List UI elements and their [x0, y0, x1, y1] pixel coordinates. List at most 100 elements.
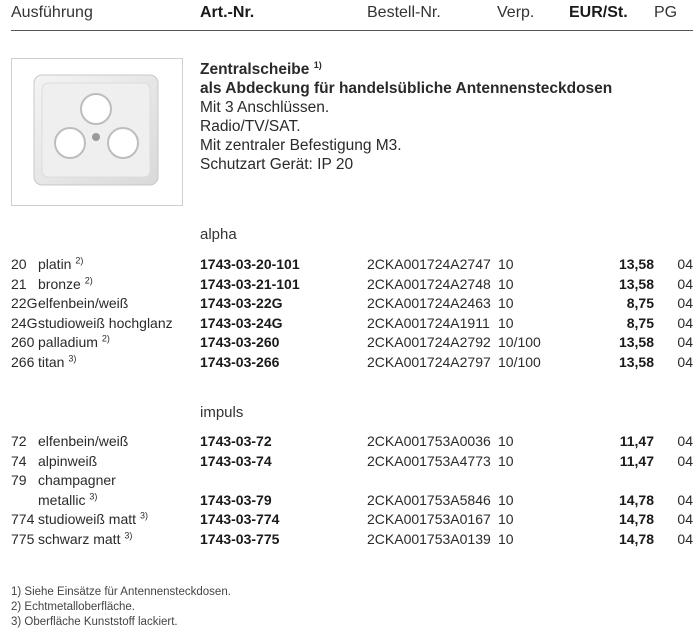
row-art-nr: 1743-03-774	[200, 511, 280, 527]
table-row: 775 schwarz matt 3) 1743-03-775 2CKA001753A…	[11, 529, 693, 550]
row-name: bronze 2)	[38, 274, 93, 292]
row-art-nr: 1743-03-775	[200, 530, 280, 547]
row-bestell-nr: 2CKA001724A2747	[367, 256, 491, 272]
row-pg: 04	[677, 295, 693, 311]
row-code: 74	[11, 452, 27, 469]
row-price: 13,58	[618, 256, 654, 272]
footnote-ref: 3)	[68, 352, 77, 363]
table-row: 21 bronze 2) 1743-03-21-101 2CKA001724A2748…	[11, 274, 693, 295]
footnote-ref: 2)	[75, 255, 84, 266]
row-name: metallic 3)	[38, 490, 98, 508]
cover-plate-illustration	[33, 74, 159, 186]
row-name: champagner	[38, 472, 116, 488]
header-rule	[11, 30, 693, 31]
footnote-2: 2) Echtmetalloberfläche.	[11, 601, 136, 613]
product-line-1: Mit 3 Anschlüssen.	[200, 99, 330, 116]
product-line-2: Radio/TV/SAT.	[200, 118, 301, 135]
footnote-ref: 2)	[84, 274, 93, 285]
header-art-nr: Art.-Nr.	[200, 4, 255, 21]
row-price: 8,75	[626, 314, 654, 331]
row-price: 11,47	[619, 452, 654, 469]
product-image	[11, 58, 183, 206]
row-verp: 10	[498, 295, 514, 311]
row-code: 79	[11, 472, 27, 488]
row-name: elfenbein/weiß	[38, 433, 129, 449]
row-bestell-nr: 2CKA001753A4773	[367, 452, 491, 469]
table-row: metallic 3) 1743-03-79 2CKA001753A5846 10 14…	[11, 490, 693, 511]
row-price: 11,47	[619, 433, 654, 449]
row-price: 13,58	[618, 334, 654, 350]
row-verp: 10	[498, 433, 514, 449]
row-bestell-nr: 2CKA001724A2797	[367, 353, 491, 370]
series-impuls-label: impuls	[200, 404, 244, 421]
product-line-4: Schutzart Gerät: IP 20	[200, 156, 354, 173]
product-line-3: Mit zentraler Befestigung M3.	[200, 137, 402, 154]
row-verp: 10/100	[498, 334, 541, 350]
row-bestell-nr: 2CKA001724A2463	[367, 295, 491, 311]
table-row: 260 palladium 2) 1743-03-260 2CKA001724A279…	[11, 334, 693, 353]
row-verp: 10	[498, 275, 514, 292]
table-row: 24G studioweiß hochglanz 1743-03-24G 2CKA0…	[11, 315, 693, 334]
row-code: 24G	[11, 314, 38, 331]
row-pg: 04	[677, 353, 693, 370]
row-pg: 04	[677, 491, 693, 508]
footnote-ref: 2)	[101, 333, 110, 344]
footnote-ref: 3)	[139, 510, 148, 521]
row-pg: 04	[677, 334, 693, 350]
header-ausfuehrung: Ausführung	[11, 4, 93, 21]
row-art-nr: 1743-03-72	[200, 433, 272, 449]
row-bestell-nr: 2CKA001753A0139	[367, 530, 491, 547]
row-code: 21	[11, 275, 27, 292]
row-price: 14,78	[618, 511, 654, 527]
row-art-nr: 1743-03-21-101	[200, 275, 300, 292]
row-price: 14,78	[618, 530, 654, 547]
row-bestell-nr: 2CKA001724A1911	[367, 314, 490, 331]
row-name: elfenbein/weiß	[38, 295, 129, 311]
row-art-nr: 1743-03-24G	[200, 314, 283, 331]
row-verp: 10	[498, 452, 514, 469]
row-bestell-nr: 2CKA001753A0167	[367, 511, 491, 527]
row-pg: 04	[677, 275, 693, 292]
row-name: studioweiß hochglanz	[38, 314, 173, 331]
row-price: 13,58	[618, 275, 654, 292]
row-pg: 04	[677, 433, 693, 449]
row-name: palladium 2)	[38, 333, 110, 350]
footnote-ref: 3)	[89, 490, 98, 501]
row-code: 774	[11, 511, 35, 527]
row-pg: 04	[677, 511, 693, 527]
header-pg: PG	[654, 4, 678, 21]
row-name: studioweiß matt 3)	[38, 510, 148, 527]
row-verp: 10/100	[498, 353, 541, 370]
product-title: Zentralscheibe 1)	[200, 59, 322, 78]
row-bestell-nr: 2CKA001724A2792	[367, 334, 491, 350]
footnote-ref: 3)	[124, 529, 133, 540]
table-row: 22G elfenbein/weiß 1743-03-22G 2CKA001724A…	[11, 295, 693, 314]
row-code: 22G	[11, 295, 38, 311]
row-name: titan 3)	[38, 352, 77, 370]
row-verp: 10	[498, 491, 514, 508]
row-verp: 10	[498, 511, 514, 527]
row-pg: 04	[677, 530, 693, 547]
row-name: schwarz matt 3)	[38, 529, 133, 547]
row-art-nr: 1743-03-260	[200, 334, 280, 350]
row-name: alpinweiß	[38, 452, 98, 469]
row-price: 14,78	[618, 491, 654, 508]
table-row: 72 elfenbein/weiß 1743-03-72 2CKA001753A00…	[11, 433, 693, 452]
row-verp: 10	[498, 530, 514, 547]
row-verp: 10	[498, 256, 514, 272]
product-description: Zentralscheibe 1) als Abdeckung für hand…	[200, 60, 612, 174]
row-code: 260	[11, 334, 35, 350]
series-alpha-label: alpha	[200, 226, 237, 243]
row-pg: 04	[677, 256, 693, 272]
header-eur-st: EUR/St.	[569, 4, 628, 21]
row-code: 775	[11, 530, 35, 547]
row-code: 266	[11, 353, 35, 370]
row-art-nr: 1743-03-266	[200, 353, 280, 370]
row-art-nr: 1743-03-22G	[200, 295, 283, 311]
row-art-nr: 1743-03-20-101	[200, 256, 300, 272]
table-row: 74 alpinweiß 1743-03-74 2CKA001753A4773 10 1…	[11, 453, 693, 472]
row-code: 72	[11, 433, 27, 449]
row-bestell-nr: 2CKA001753A0036	[367, 433, 491, 449]
row-price: 13,58	[618, 353, 654, 370]
row-pg: 04	[677, 452, 693, 469]
